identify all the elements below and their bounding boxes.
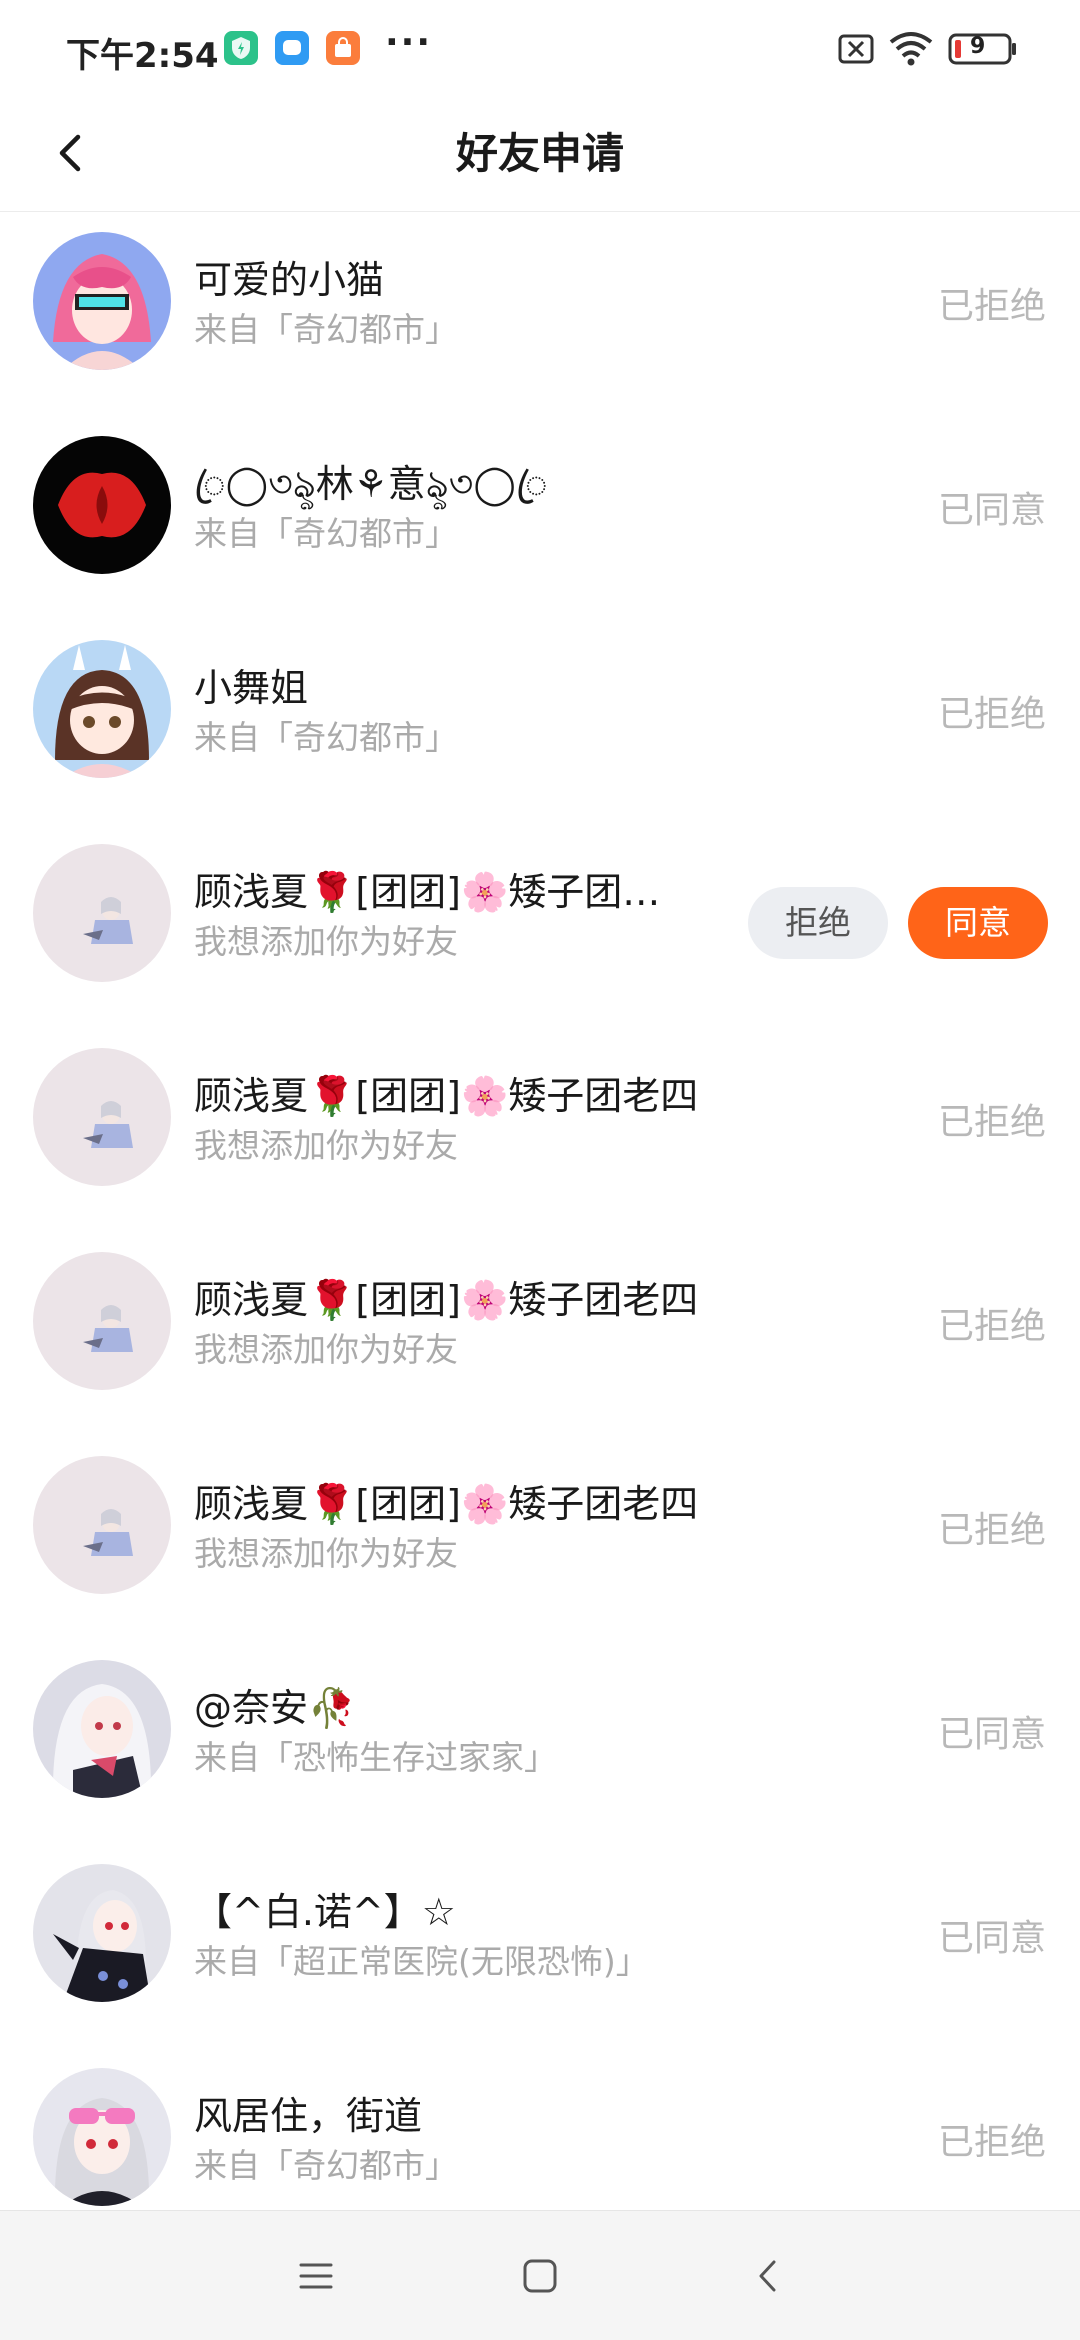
status-label: 已拒绝 [937,286,1046,327]
avatar[interactable] [33,844,171,982]
request-source: 来自「奇幻都市」 [194,718,458,757]
friend-request-list: 可爱的小猫 来自「奇幻都市」 已拒绝 ꦿ◯৩ৡ林⚘意ৡ৩◯ꦿ 来自「奇幻都市」 … [0,213,1080,2253]
wifi-icon [888,30,934,70]
friend-request-row[interactable]: 顾浅夏🌹[团团]🌸矮子团… 我想添加你为好友 拒绝 同意 [0,825,1080,1029]
request-source: 我想添加你为好友 [194,922,458,961]
status-label: 已拒绝 [937,1102,1046,1143]
request-name: 顾浅夏🌹[团团]🌸矮子团… [194,870,661,914]
menu-button[interactable] [286,2246,346,2306]
menu-icon [299,2263,333,2289]
back-icon [759,2260,776,2292]
chevron-left-icon [59,134,81,172]
avatar[interactable] [33,436,171,574]
request-name: 顾浅夏🌹[团团]🌸矮子团老四 [194,1278,699,1322]
friend-request-row[interactable]: ꦿ◯৩ৡ林⚘意ৡ৩◯ꦿ 来自「奇幻都市」 已同意 [0,417,1080,621]
sim-blocked-icon [838,34,874,68]
status-label: 已拒绝 [937,2122,1046,2163]
message-app-icon [275,31,309,65]
nav-bar: 好友申请 [0,96,1080,212]
battery-icon: 9 [948,33,1018,65]
home-icon [523,2259,557,2293]
request-source: 我想添加你为好友 [194,1126,458,1165]
status-bar: 下午2:54 ··· 9 [0,0,1080,96]
request-source: 来自「恐怖生存过家家」 [194,1738,557,1777]
request-name: 可爱的小猫 [194,258,385,302]
avatar[interactable] [33,1864,171,2002]
more-notifications-icon: ··· [385,22,433,63]
request-source: 来自「奇幻都市」 [194,2146,458,2185]
request-source: 我想添加你为好友 [194,1534,458,1573]
request-source: 我想添加你为好友 [194,1330,458,1369]
request-name: @奈安🥀 [194,1686,356,1730]
home-button[interactable] [510,2246,570,2306]
status-label: 已拒绝 [937,694,1046,735]
friend-request-row[interactable]: @奈安🥀 来自「恐怖生存过家家」 已同意 [0,1641,1080,1845]
battery-level: 9 [970,34,986,59]
status-time: 下午2:54 [66,36,219,76]
avatar[interactable] [33,2068,171,2206]
avatar[interactable] [33,1660,171,1798]
friend-request-row[interactable]: 可爱的小猫 来自「奇幻都市」 已拒绝 [0,213,1080,417]
page-title: 好友申请 [455,129,624,178]
reject-button[interactable]: 拒绝 [748,887,888,959]
request-name: 顾浅夏🌹[团团]🌸矮子团老四 [194,1074,699,1118]
shield-app-icon [224,31,258,65]
avatar[interactable] [33,1252,171,1390]
request-name: 风居住，街道 [194,2094,423,2138]
avatar[interactable] [33,1456,171,1594]
store-app-icon [326,31,360,65]
status-label: 已同意 [937,1714,1046,1755]
friend-request-row[interactable]: 小舞姐 来自「奇幻都市」 已拒绝 [0,621,1080,825]
friend-request-row[interactable]: 顾浅夏🌹[团团]🌸矮子团老四 我想添加你为好友 已拒绝 [0,1233,1080,1437]
friend-request-row[interactable]: 【^白.诺^】☆ 来自「超正常医院(无限恐怖)」 已同意 [0,1845,1080,2049]
avatar[interactable] [33,232,171,370]
avatar[interactable] [33,640,171,778]
accept-button[interactable]: 同意 [908,887,1048,959]
avatar[interactable] [33,1048,171,1186]
request-name: 顾浅夏🌹[团团]🌸矮子团老四 [194,1482,699,1526]
back-button[interactable] [36,118,106,188]
status-label: 已拒绝 [937,1306,1046,1347]
request-source: 来自「超正常医院(无限恐怖)」 [194,1942,649,1981]
friend-request-row[interactable]: 顾浅夏🌹[团团]🌸矮子团老四 我想添加你为好友 已拒绝 [0,1029,1080,1233]
friend-request-row[interactable]: 顾浅夏🌹[团团]🌸矮子团老四 我想添加你为好友 已拒绝 [0,1437,1080,1641]
request-name: 小舞姐 [194,666,309,710]
status-label: 已拒绝 [937,1510,1046,1551]
request-name: 【^白.诺^】☆ [194,1890,456,1934]
system-back-button[interactable] [738,2246,798,2306]
status-label: 已同意 [937,490,1046,531]
request-source: 来自「奇幻都市」 [194,514,458,553]
request-source: 来自「奇幻都市」 [194,310,458,349]
status-label: 已同意 [937,1918,1046,1959]
system-nav-bar [0,2210,1080,2340]
